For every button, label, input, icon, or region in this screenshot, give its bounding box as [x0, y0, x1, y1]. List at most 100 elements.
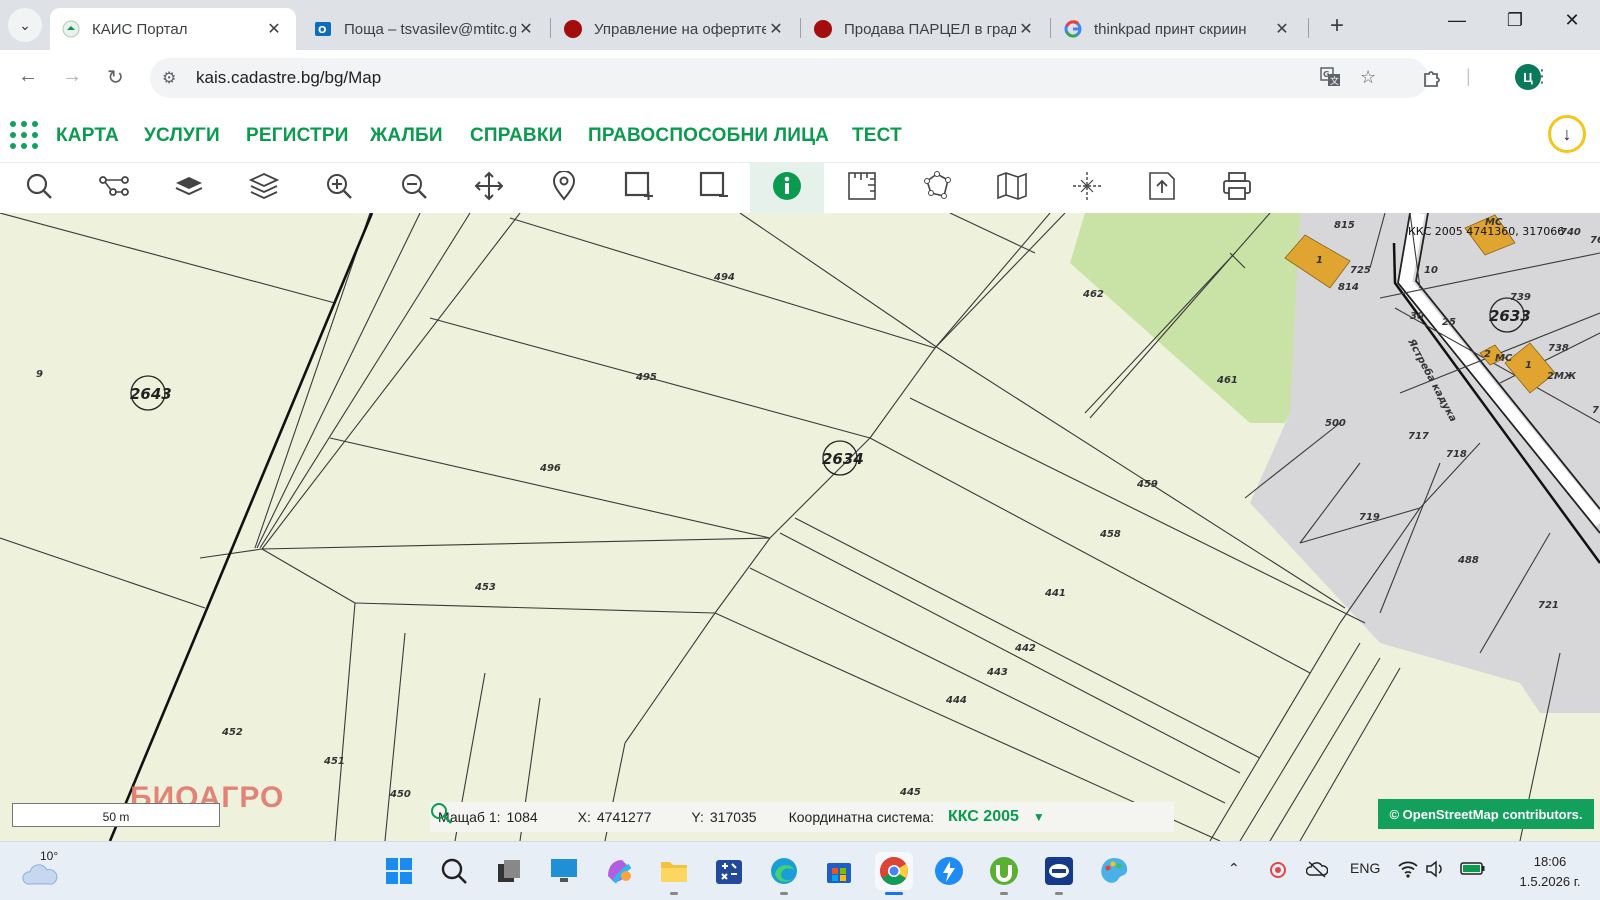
taskbar-file-explorer[interactable] [655, 852, 693, 895]
bookmark-star-icon[interactable]: ☆ [1360, 67, 1376, 88]
taskbar-remote[interactable] [1040, 852, 1078, 895]
select-add-icon [624, 171, 654, 206]
tray-record-icon[interactable] [1268, 860, 1288, 883]
kebab-menu-icon[interactable]: ⋮ [1533, 66, 1551, 87]
osm-attribution[interactable]: © OpenStreetMap contributors. [1378, 799, 1594, 829]
kais-icon [62, 20, 80, 38]
weather-widget[interactable]: 10° [22, 849, 72, 890]
close-icon[interactable]: ✕ [264, 19, 284, 39]
parcel-label: 458 [1099, 529, 1121, 540]
tool-info[interactable] [750, 163, 824, 213]
task-view[interactable] [490, 852, 528, 890]
tool-location[interactable] [527, 163, 601, 213]
taskbar-app-tool[interactable] [710, 852, 748, 890]
tool-coordinates[interactable] [1050, 163, 1124, 213]
address-bar[interactable]: ⚙ kais.cadastre.bg/bg/Map 文G ☆ [150, 58, 1428, 98]
taskbar-copilot[interactable] [600, 852, 638, 890]
wifi-icon[interactable] [1398, 860, 1418, 881]
menu-complaints[interactable]: ЖАЛБИ [370, 125, 443, 147]
cadastral-map[interactable]: 2643 2634 2633 9 494 495 496 453 452 451… [0, 213, 1600, 841]
tool-map-book[interactable] [975, 163, 1049, 213]
taskbar-messenger[interactable] [930, 852, 968, 890]
window-close-icon[interactable]: ✕ [1552, 10, 1592, 31]
new-tab-button[interactable]: + [1330, 12, 1344, 40]
tool-export[interactable] [1125, 163, 1199, 213]
tab-kais[interactable]: КАИС Портал ✕ [50, 8, 296, 50]
tool-polygon[interactable] [900, 163, 974, 213]
taskbar-edge[interactable] [765, 852, 803, 895]
extensions-icon[interactable] [1421, 66, 1443, 93]
language-indicator[interactable]: ENG [1350, 860, 1380, 876]
minimize-icon[interactable]: — [1437, 10, 1477, 31]
parcel-label: 496 [539, 463, 561, 474]
menu-test[interactable]: ТЕСТ [852, 125, 902, 147]
translate-icon[interactable]: 文G [1320, 67, 1342, 92]
tool-pan[interactable] [452, 163, 526, 213]
taskbar-chrome[interactable] [875, 852, 913, 895]
reload-icon[interactable]: ↻ [107, 65, 124, 90]
tab-google-search[interactable]: thinkpad принт скриин ✕ [1052, 8, 1304, 50]
taskbar-desktop[interactable] [545, 852, 583, 890]
menu-licensed-persons[interactable]: ПРАВОСПОСОБНИ ЛИЦА [588, 125, 829, 147]
parcel-label: 451 [323, 756, 345, 767]
taskbar-store[interactable] [820, 852, 858, 890]
taskbar-paint[interactable] [1095, 852, 1133, 890]
menu-services[interactable]: УСЛУГИ [144, 125, 220, 147]
search-icon [441, 858, 467, 884]
download-icon[interactable]: ↓ [1548, 115, 1586, 153]
tool-search[interactable] [2, 163, 76, 213]
toolbar-separator: | [1466, 66, 1471, 86]
tab-parcel-sale[interactable]: Продава ПАРЦЕЛ в град ✕ [802, 8, 1048, 50]
parcel-label: 814 [1338, 282, 1359, 293]
close-icon[interactable]: ✕ [1272, 19, 1292, 39]
close-icon[interactable]: ✕ [516, 19, 536, 39]
apps-grid-icon[interactable] [10, 121, 38, 149]
tab-search-button[interactable]: ⌄ [8, 8, 42, 42]
tab-mail[interactable]: O Поща – tsvasilev@mtitc.government.bg ✕ [302, 8, 548, 50]
caret-down-icon[interactable]: ▼ [1033, 810, 1045, 824]
close-icon[interactable]: ✕ [1016, 19, 1036, 39]
tool-select-remove[interactable] [677, 163, 751, 213]
tool-zoom-in[interactable] [302, 163, 376, 213]
onedrive-offline-icon[interactable] [1305, 860, 1329, 881]
close-icon[interactable]: ✕ [766, 19, 786, 39]
volume-icon[interactable] [1425, 860, 1445, 881]
zoom-out-icon [400, 172, 428, 205]
tray-overflow-icon[interactable]: ⌃ [1228, 860, 1240, 877]
tab-offers[interactable]: Управление на офертите ✕ [552, 8, 798, 50]
parcel-label: 739 [1510, 292, 1531, 303]
parcel-label: 10 [1424, 265, 1438, 276]
forward-icon[interactable]: → [62, 65, 82, 88]
url-text[interactable]: kais.cadastre.bg/bg/Map [196, 68, 381, 88]
tool-layers[interactable] [227, 163, 301, 213]
tool-zoom-out[interactable] [377, 163, 451, 213]
tool-select-add[interactable] [602, 163, 676, 213]
crs-select[interactable]: ККС 2005 [948, 808, 1019, 826]
tool-route[interactable] [77, 163, 151, 213]
layers-icon [248, 172, 280, 205]
boundary-line [108, 213, 374, 841]
folder-icon [661, 862, 687, 882]
back-icon[interactable]: ← [18, 65, 38, 88]
system-clock[interactable]: 18:06 1.5.2026 г. [1505, 852, 1595, 892]
taskbar-utorrent[interactable] [985, 852, 1023, 895]
parcel-label: 738 [1548, 343, 1569, 354]
tool-measure[interactable] [825, 163, 899, 213]
battery-icon[interactable] [1460, 860, 1486, 879]
start-button[interactable] [380, 852, 418, 890]
parcel-label: 453 [474, 582, 496, 593]
red-dot-icon [564, 20, 582, 38]
map-canvas[interactable]: 2643 2634 2633 9 494 495 496 453 452 451… [0, 213, 1600, 841]
location-pin-icon [552, 169, 576, 206]
taskbar-search[interactable] [435, 852, 473, 890]
site-info-icon[interactable]: ⚙ [162, 68, 176, 88]
tool-print[interactable] [1200, 163, 1274, 213]
tool-base-layer[interactable] [152, 163, 226, 213]
map-status-bar: Мащаб 1: 1084 X: 4741277 Y: 317035 Коорд… [430, 802, 1174, 832]
menu-registers[interactable]: РЕГИСТРИ [246, 125, 349, 147]
parcel-label: 1 [1316, 255, 1323, 266]
menu-map[interactable]: КАРТА [56, 125, 119, 147]
menu-references[interactable]: СПРАВКИ [470, 125, 562, 147]
restore-icon[interactable]: ❐ [1495, 10, 1535, 31]
parcel-label: 725 [1350, 265, 1371, 276]
